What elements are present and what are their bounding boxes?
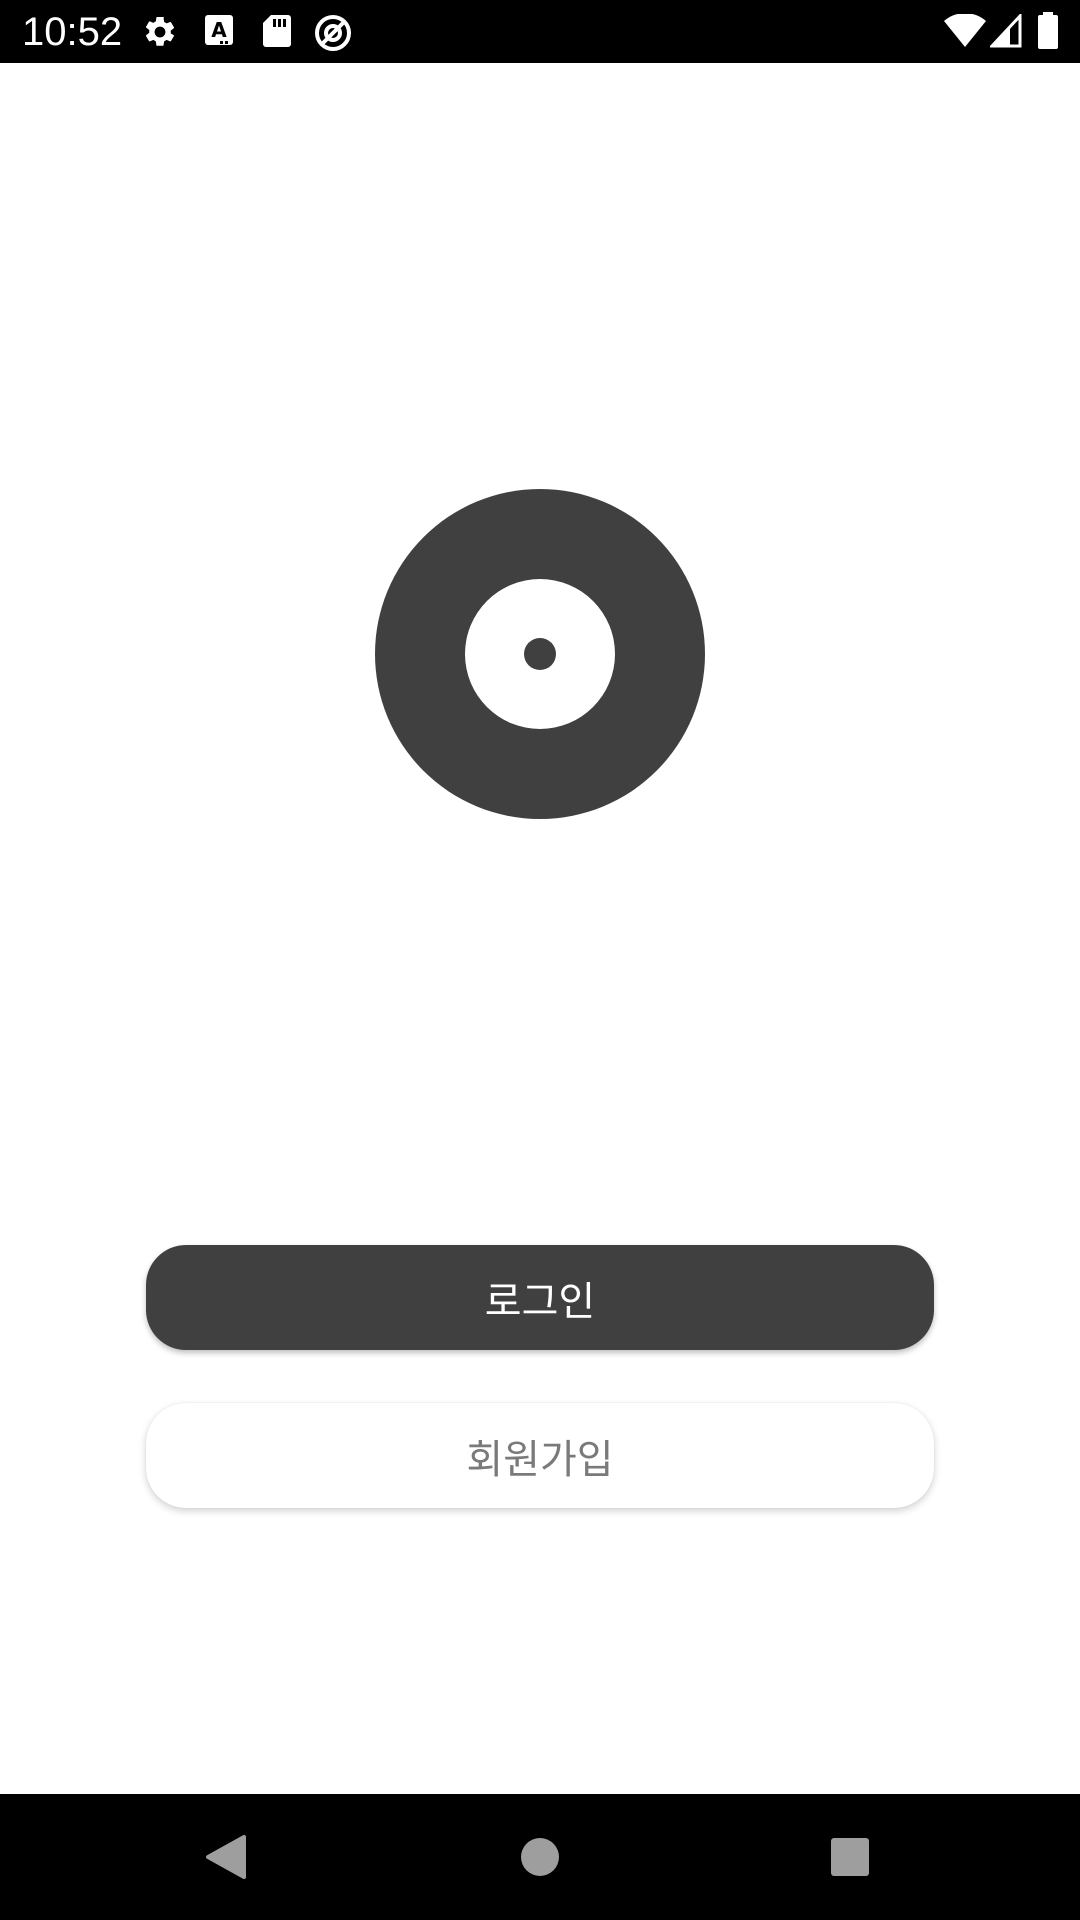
- vinyl-disc-logo: [375, 489, 705, 819]
- home-circle-icon: [521, 1838, 559, 1876]
- signup-button[interactable]: 회원가입: [146, 1403, 934, 1508]
- sd-card-icon: [262, 14, 292, 48]
- gear-icon: [142, 14, 178, 50]
- svg-text:A: A: [211, 18, 227, 42]
- navigation-bar: [0, 1794, 1080, 1920]
- recents-square-icon: [831, 1838, 869, 1876]
- back-triangle-icon: [206, 1835, 246, 1879]
- login-button[interactable]: 로그인: [146, 1245, 934, 1350]
- wifi-icon: [944, 14, 986, 48]
- text-a-icon: A: [204, 14, 234, 48]
- status-time: 10:52: [22, 10, 123, 54]
- signal-icon: [990, 14, 1022, 48]
- recents-button[interactable]: [790, 1794, 910, 1920]
- app-screen: 10:52 A 로그인 회원가입: [0, 0, 1080, 1920]
- home-button[interactable]: [480, 1794, 600, 1920]
- back-button[interactable]: [166, 1794, 286, 1920]
- app-logo: [375, 489, 705, 819]
- battery-icon: [1037, 12, 1059, 50]
- status-bar: 10:52 A: [0, 0, 1080, 63]
- vpn-icon: [314, 14, 352, 52]
